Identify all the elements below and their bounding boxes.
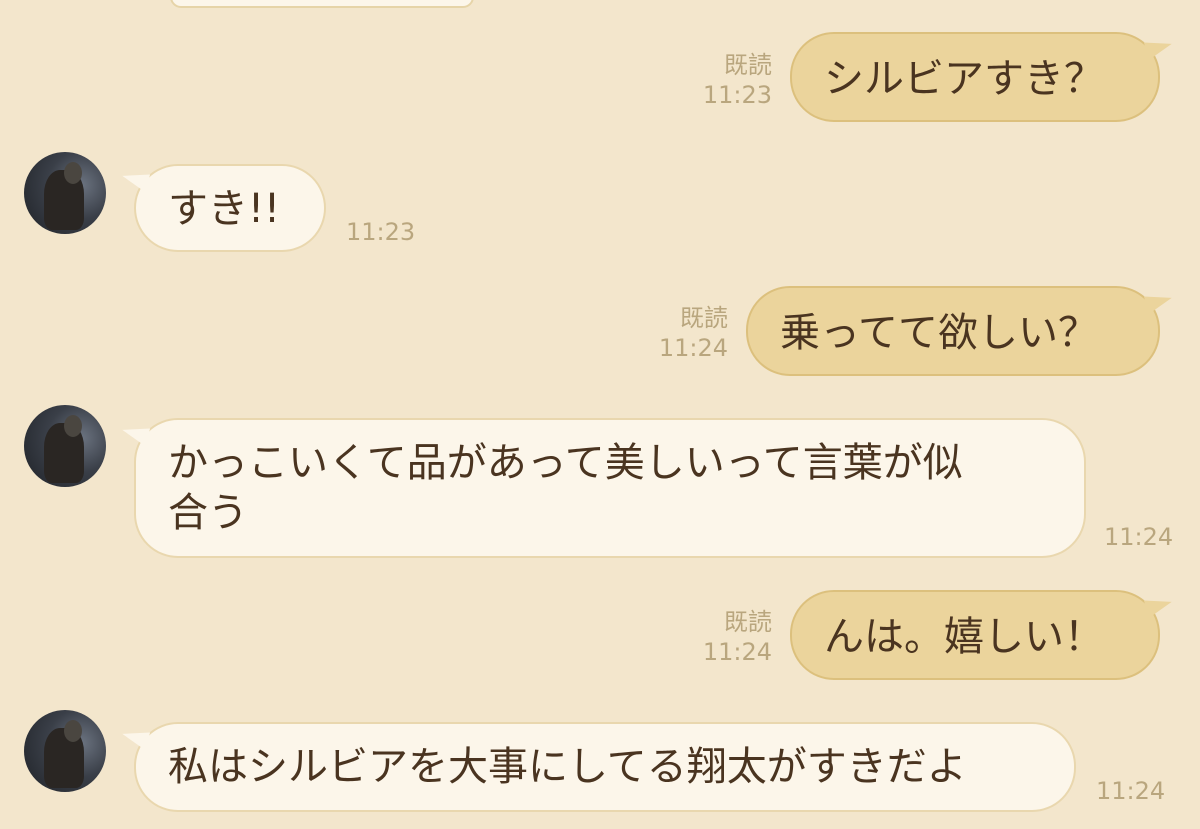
message-text: 私はシルビアを大事にしてる翔太がすきだよ [168,744,967,790]
bubble-tail [119,420,151,446]
message-text: 乗ってて欲しい？ [780,310,1098,356]
chat-area: 既読 11:23 シルビアすき？ すき!! 11:23 既読 11:24 乗って… [0,0,1200,829]
message-text: シルビアすき？ [824,56,1104,102]
contact-avatar[interactable] [24,152,106,234]
incoming-message-bubble[interactable]: かっこいくて品があって美しいって言葉が似 合う [119,418,1086,558]
bubble-tail [1143,34,1175,60]
message-time: 11:23 [346,218,416,246]
bubble-tail [1143,288,1175,314]
message-text: んは。嬉しい！ [824,614,1104,660]
message-time: 11:23 [702,81,772,109]
incoming-message-bubble[interactable]: 私はシルビアを大事にしてる翔太がすきだよ [119,722,1076,812]
message-text: すき!! [168,186,281,232]
message-time: 11:24 [658,334,728,362]
read-label: 既読 [680,304,728,332]
read-label: 既読 [724,51,772,79]
read-status: 既読 11:23 [680,50,772,110]
message-text-line-2: 合う [168,490,248,536]
incoming-message-bubble[interactable]: すき!! [119,164,326,252]
avatar-head-icon [64,162,82,184]
outgoing-message-bubble[interactable]: 乗ってて欲しい？ [746,286,1175,376]
bubble-tail [119,724,151,750]
message-time: 11:24 [702,638,772,666]
read-label: 既読 [724,608,772,636]
bubble-tail [119,166,151,192]
previous-message-bubble-edge [170,0,474,8]
bubble-tail [1143,592,1175,618]
message-time: 11:24 [1096,777,1166,805]
avatar-head-icon [64,415,82,437]
message-text-line-1: かっこいくて品があって美しいって言葉が似 [168,440,963,486]
read-status: 既読 11:24 [680,607,772,667]
outgoing-message-bubble[interactable]: んは。嬉しい！ [790,590,1175,680]
avatar-head-icon [64,720,82,742]
read-status: 既読 11:24 [636,303,728,363]
contact-avatar[interactable] [24,710,106,792]
outgoing-message-bubble[interactable]: シルビアすき？ [790,32,1175,122]
contact-avatar[interactable] [24,405,106,487]
message-time: 11:24 [1104,523,1174,551]
